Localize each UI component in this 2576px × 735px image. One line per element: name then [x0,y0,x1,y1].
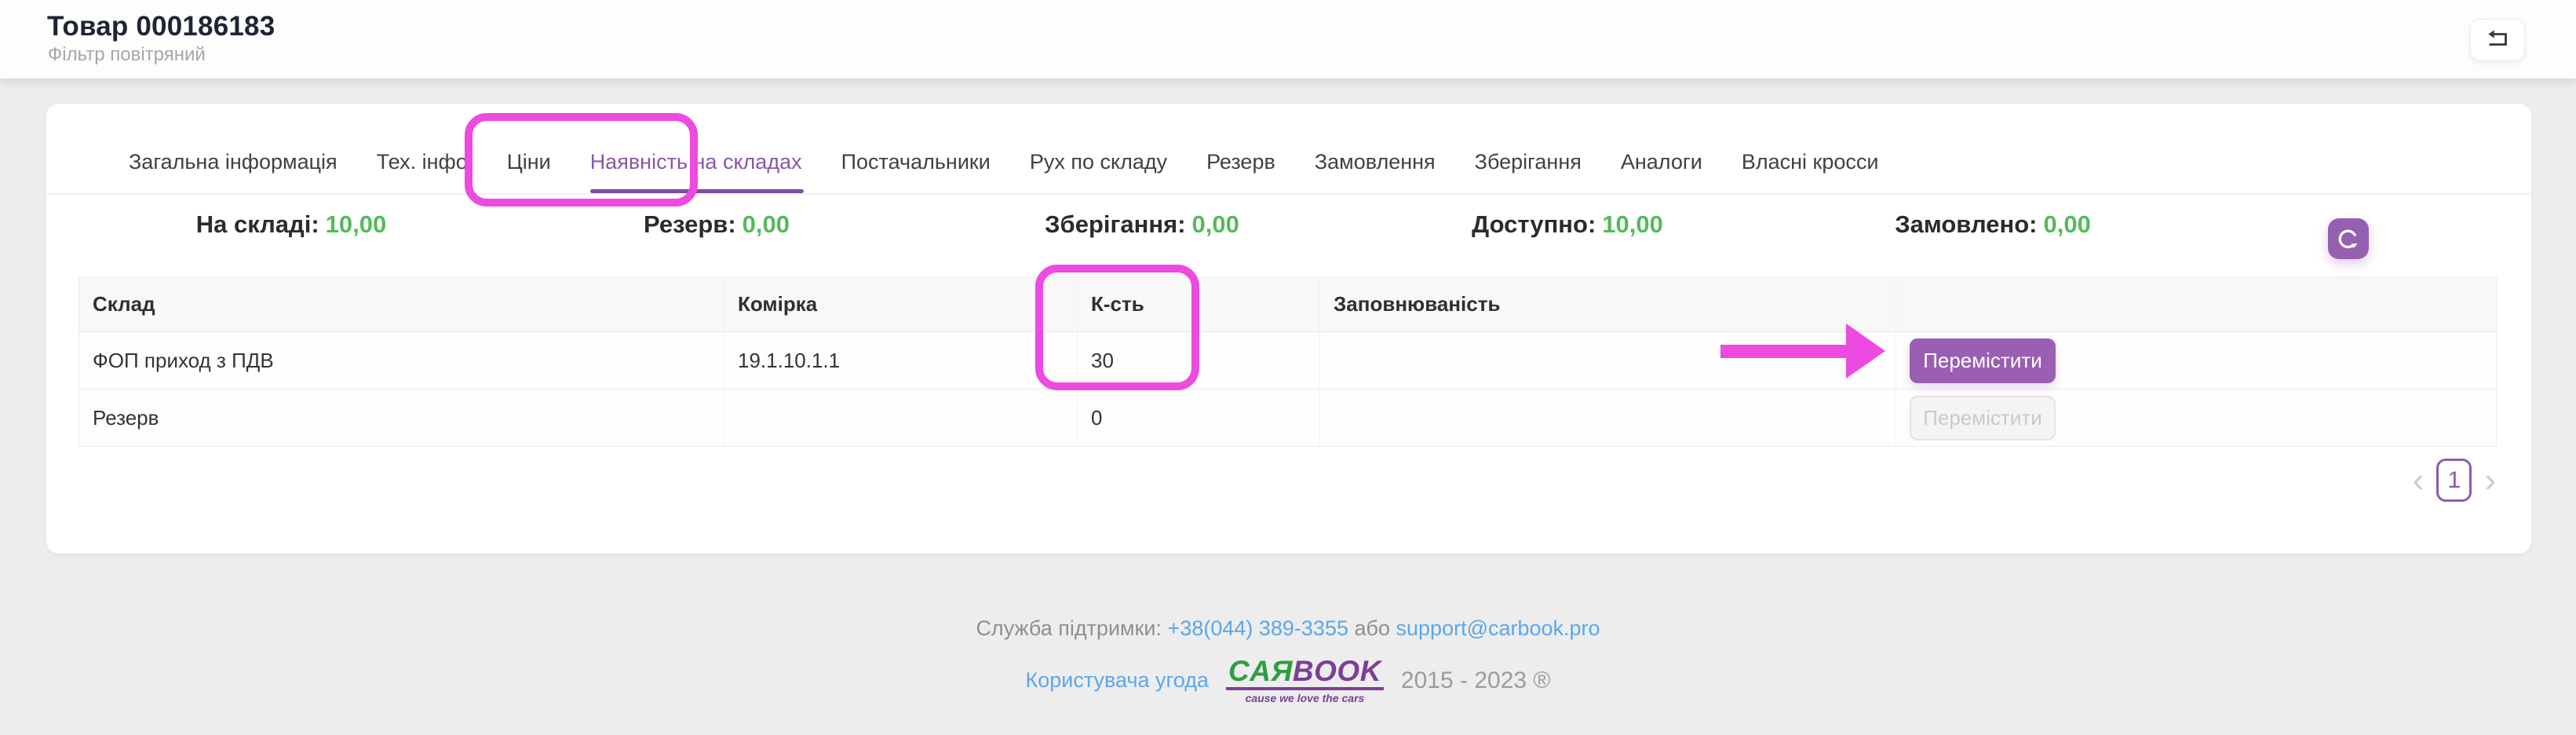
tab-tech-info[interactable]: Тех. інфо [377,150,468,174]
stat-reserve-value: 0,00 [743,210,790,238]
cell-warehouse: ФОП приход з ПДВ [79,332,724,389]
logo-text-green: CAЯ [1228,655,1293,687]
column-header-cell: Комірка [724,277,1078,332]
stat-reserve-label: Резерв: [644,210,736,238]
stat-on-stock-label: На складі: [196,210,319,238]
stat-ordered: Замовлено:0,00 [1780,210,2206,239]
pagination-page-1[interactable]: 1 [2436,459,2472,502]
page: Товар 000186183 Фільтр повітряний Загаль… [0,0,2576,735]
tab-suppliers[interactable]: Постачальники [841,150,991,174]
tabs-bar: Загальна інформація Тех. інфо Ціни Наявн… [46,104,2531,195]
stock-table: Склад Комірка К-сть Заповнюваність ФОП п… [78,276,2497,447]
support-phone-link[interactable]: +38(044) 389-3355 [1168,616,1348,640]
support-email-link[interactable]: support@carbook.pro [1396,616,1600,640]
stat-ordered-value: 0,00 [2043,210,2090,238]
cell-location [724,389,1078,447]
cell-qty: 0 [1078,389,1320,447]
or-text: або [1355,616,1391,640]
copyright-text: 2015 - 2023 ® [1401,667,1551,694]
tab-own-crosses[interactable]: Власні кросси [1742,150,1879,174]
refresh-icon [2335,225,2362,252]
move-button[interactable]: Перемістити [1910,338,2056,383]
stat-storage: Зберігання:0,00 [929,210,1355,239]
stat-storage-value: 0,00 [1192,210,1239,238]
move-button-disabled[interactable]: Перемістити [1910,396,2056,441]
return-arrow-icon [2483,26,2512,54]
stats-row: На складі:10,00 Резерв:0,00 Зберігання:0… [78,210,2206,239]
tab-warehouse-movement[interactable]: Рух по складу [1030,150,1167,174]
column-header-fill: Заповнюваність [1320,277,1896,332]
stat-reserve: Резерв:0,00 [504,210,929,239]
cell-fill [1320,332,1896,389]
stat-available-value: 10,00 [1602,210,1663,238]
column-header-warehouse: Склад [79,277,724,332]
stat-on-stock-value: 10,00 [326,210,387,238]
stat-available-label: Доступно: [1472,210,1596,238]
tab-reserve[interactable]: Резерв [1206,150,1275,174]
carbook-logo: CAЯBOOK cause we love the cars [1226,656,1384,704]
cell-fill [1320,389,1896,447]
footer-legal-line: Користувача угода CAЯBOOK cause we love … [0,656,2576,704]
table-row: Резерв 0 Перемістити [79,389,2497,447]
table-row: ФОП приход з ПДВ 19.1.10.1.1 30 Переміст… [79,332,2497,389]
tab-orders[interactable]: Замовлення [1315,150,1436,174]
refresh-button[interactable] [2328,218,2369,259]
return-button[interactable] [2470,19,2525,60]
stat-on-stock: На складі:10,00 [78,210,504,239]
tab-stock-availability-label: Наявність на складах [590,150,802,174]
column-header-actions [1896,277,2497,332]
cell-location: 19.1.10.1.1 [724,332,1078,389]
logo-tagline: cause we love the cars [1246,692,1365,704]
tab-storage[interactable]: Зберігання [1475,150,1582,174]
topbar: Товар 000186183 Фільтр повітряний [0,0,2576,79]
tab-analogs[interactable]: Аналоги [1621,150,1702,174]
pagination-prev-icon[interactable]: ‹ [2413,463,2425,498]
stat-storage-label: Зберігання: [1045,210,1185,238]
stat-available: Доступно:10,00 [1355,210,1780,239]
pagination: ‹ 1 › [2413,459,2496,502]
support-label: Служба підтримки: [976,616,1162,640]
tab-stock-availability[interactable]: Наявність на складах [590,150,802,174]
product-card: Загальна інформація Тех. інфо Ціни Наявн… [46,104,2531,554]
pagination-next-icon[interactable]: › [2484,463,2496,498]
cell-warehouse: Резерв [79,389,724,447]
page-title: Товар 000186183 [47,11,275,42]
tab-prices[interactable]: Ціни [507,150,551,174]
logo-text-purple: BOOK [1293,655,1381,687]
stat-ordered-label: Замовлено: [1895,210,2037,238]
table-header-row: Склад Комірка К-сть Заповнюваність [79,277,2497,332]
footer-support-line: Служба підтримки: +38(044) 389-3355 або … [0,616,2576,641]
tab-general-info[interactable]: Загальна інформація [129,150,338,174]
user-agreement-link[interactable]: Користувача угода [1025,668,1209,693]
page-subtitle: Фільтр повітряний [48,44,206,66]
cell-qty: 30 [1078,332,1320,389]
column-header-qty: К-сть [1078,277,1320,332]
active-tab-underline [590,189,804,193]
